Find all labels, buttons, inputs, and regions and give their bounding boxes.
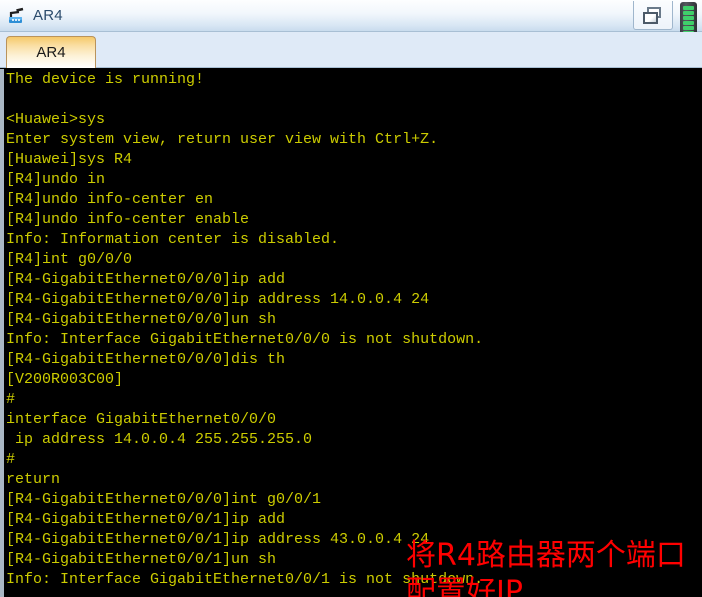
terminal-line: [R4]undo info-center enable — [6, 211, 250, 228]
router-icon — [7, 6, 27, 26]
window-title: AR4 — [33, 7, 63, 24]
terminal-line: Info: Interface GigabitEthernet0/0/0 is … — [6, 331, 484, 348]
terminal-line: [R4-GigabitEthernet0/0/0]int g0/0/1 — [6, 491, 322, 508]
terminal-line: Info: Interface GigabitEthernet0/0/1 is … — [6, 571, 484, 588]
terminal-line: [R4-GigabitEthernet0/0/0]un sh — [6, 311, 277, 328]
terminal-line: [R4]undo info-center en — [6, 191, 214, 208]
terminal-line: [R4]undo in — [6, 171, 106, 188]
terminal-line: return — [6, 471, 61, 488]
restore-window-icon — [643, 6, 663, 24]
terminal-line: # — [6, 391, 16, 408]
terminal-line: [R4-GigabitEthernet0/0/0]ip add — [6, 271, 286, 288]
meter-segment — [683, 11, 694, 15]
tab-ar4[interactable]: AR4 — [6, 36, 96, 68]
meter-segment — [683, 6, 694, 10]
title-bar: AR4 — [0, 0, 702, 32]
terminal-console[interactable]: The device is running! <Huawei>sys Enter … — [0, 69, 702, 597]
terminal-line: [R4]int g0/0/0 — [6, 251, 133, 268]
terminal-line: [R4-GigabitEthernet0/0/1]un sh — [6, 551, 277, 568]
terminal-line: Enter system view, return user view with… — [6, 131, 439, 148]
terminal-line: [R4-GigabitEthernet0/0/0]ip address 14.0… — [6, 291, 430, 308]
terminal-line: The device is running! — [6, 71, 205, 88]
terminal-line: # — [6, 451, 16, 468]
tab-label: AR4 — [36, 44, 66, 61]
meter-segment — [683, 16, 694, 20]
terminal-line: [R4-GigabitEthernet0/0/0]dis th — [6, 351, 286, 368]
emulator-console-window: AR4 AR4 The device is running! <Huawei>s… — [0, 0, 702, 597]
terminal-line: [Huawei]sys R4 — [6, 151, 133, 168]
meter-segment — [683, 26, 694, 30]
terminal-line: [V200R003C00] — [6, 371, 124, 388]
title-bar-left: AR4 — [0, 6, 63, 26]
terminal-line: Info: Information center is disabled. — [6, 231, 340, 248]
terminal-line: <Huawei>sys — [6, 111, 106, 128]
restore-window-button[interactable] — [633, 1, 673, 30]
terminal-line: [R4-GigabitEthernet0/0/1]ip add — [6, 511, 286, 528]
tab-strip: AR4 — [0, 32, 702, 68]
terminal-line: [R4-GigabitEthernet0/0/1]ip address 43.0… — [6, 531, 430, 548]
meter-segment — [683, 21, 694, 25]
terminal-line: ip address 14.0.0.4 255.255.255.0 — [6, 431, 313, 448]
terminal-output: The device is running! <Huawei>sys Enter … — [6, 70, 702, 597]
terminal-line: interface GigabitEthernet0/0/0 — [6, 411, 277, 428]
